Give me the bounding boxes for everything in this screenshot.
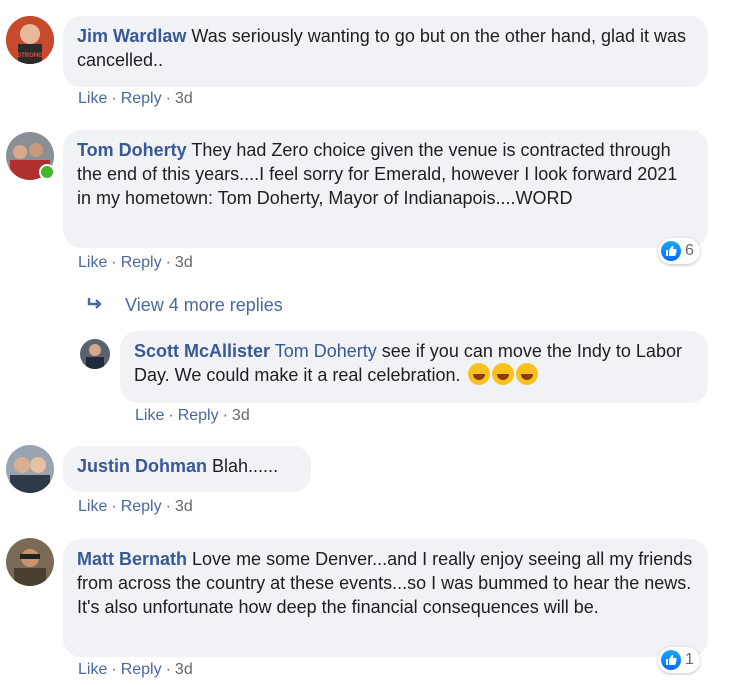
reaction-count: 1 xyxy=(685,651,694,668)
comment-actions: Like · Reply · 3d xyxy=(135,407,250,424)
timestamp[interactable]: 3d xyxy=(175,498,193,515)
reaction-summary[interactable]: 6 xyxy=(658,238,700,264)
comment-jim-wardlaw: STRONG Jim Wardlaw Was seriously wanting… xyxy=(0,0,729,120)
reply-button[interactable]: Reply xyxy=(121,254,162,271)
comment-bubble: Justin Dohman Blah...... xyxy=(63,446,311,492)
comment-author[interactable]: Jim Wardlaw xyxy=(77,26,186,46)
timestamp[interactable]: 3d xyxy=(175,254,193,271)
reply-bubble: Scott McAllister Tom Doherty see if you … xyxy=(120,331,708,403)
rofl-emoji-icon xyxy=(515,363,538,385)
like-button[interactable]: Like xyxy=(135,407,164,424)
reply-arrow-icon xyxy=(86,295,106,316)
comment-actions: Like · Reply · 3d xyxy=(78,661,193,678)
like-button[interactable]: Like xyxy=(78,498,107,515)
comment-bubble: Tom Doherty They had Zero choice given t… xyxy=(63,130,708,248)
comment-actions: Like · Reply · 3d xyxy=(78,254,193,271)
comment-bubble: Matt Bernath Love me some Denver...and I… xyxy=(63,539,708,657)
like-button[interactable]: Like xyxy=(78,661,107,678)
svg-text:STRONG: STRONG xyxy=(17,53,43,59)
thumbs-up-icon xyxy=(661,650,681,670)
avatar[interactable]: STRONG xyxy=(6,16,54,64)
avatar[interactable] xyxy=(6,538,54,586)
user-photo-icon xyxy=(6,445,54,493)
avatar[interactable] xyxy=(6,445,54,493)
mention-link[interactable]: Tom Doherty xyxy=(275,341,377,361)
reply-button[interactable]: Reply xyxy=(178,407,219,424)
comment-actions: Like · Reply · 3d xyxy=(78,498,193,515)
reaction-summary[interactable]: 1 xyxy=(658,647,700,673)
comment-text: Blah...... xyxy=(212,456,279,476)
rofl-emoji-icon xyxy=(491,363,514,385)
thumbs-up-icon xyxy=(661,241,681,261)
avatar[interactable] xyxy=(80,339,110,369)
user-photo-icon: STRONG xyxy=(6,16,54,64)
comment-tom-doherty: Tom Doherty They had Zero choice given t… xyxy=(0,120,729,325)
comment-author[interactable]: Scott McAllister xyxy=(134,341,270,361)
view-more-label[interactable]: View 4 more replies xyxy=(125,295,283,315)
reply-button[interactable]: Reply xyxy=(121,498,162,515)
comment-actions: Like · Reply · 3d xyxy=(78,90,193,107)
timestamp[interactable]: 3d xyxy=(175,90,193,107)
comment-author[interactable]: Matt Bernath xyxy=(77,549,187,569)
reply-button[interactable]: Reply xyxy=(121,90,162,107)
comment-matt-bernath: Matt Bernath Love me some Denver...and I… xyxy=(0,530,729,685)
timestamp[interactable]: 3d xyxy=(232,407,250,424)
comment-author[interactable]: Tom Doherty xyxy=(77,140,187,160)
user-photo-icon xyxy=(6,538,54,586)
view-more-replies[interactable]: View 4 more replies xyxy=(86,295,283,316)
reply-scott-mcallister: Scott McAllister Tom Doherty see if you … xyxy=(0,325,729,435)
reply-button[interactable]: Reply xyxy=(121,661,162,678)
online-status-icon xyxy=(39,164,55,180)
comment-bubble: Jim Wardlaw Was seriously wanting to go … xyxy=(63,16,708,87)
comment-author[interactable]: Justin Dohman xyxy=(77,456,207,476)
like-button[interactable]: Like xyxy=(78,254,107,271)
user-photo-icon xyxy=(80,339,110,369)
comment-justin-dohman: Justin Dohman Blah...... Like · Reply · 3d xyxy=(0,435,729,530)
like-button[interactable]: Like xyxy=(78,90,107,107)
reaction-count: 6 xyxy=(685,242,694,259)
timestamp[interactable]: 3d xyxy=(175,661,193,678)
rofl-emoji-icon xyxy=(467,363,490,385)
